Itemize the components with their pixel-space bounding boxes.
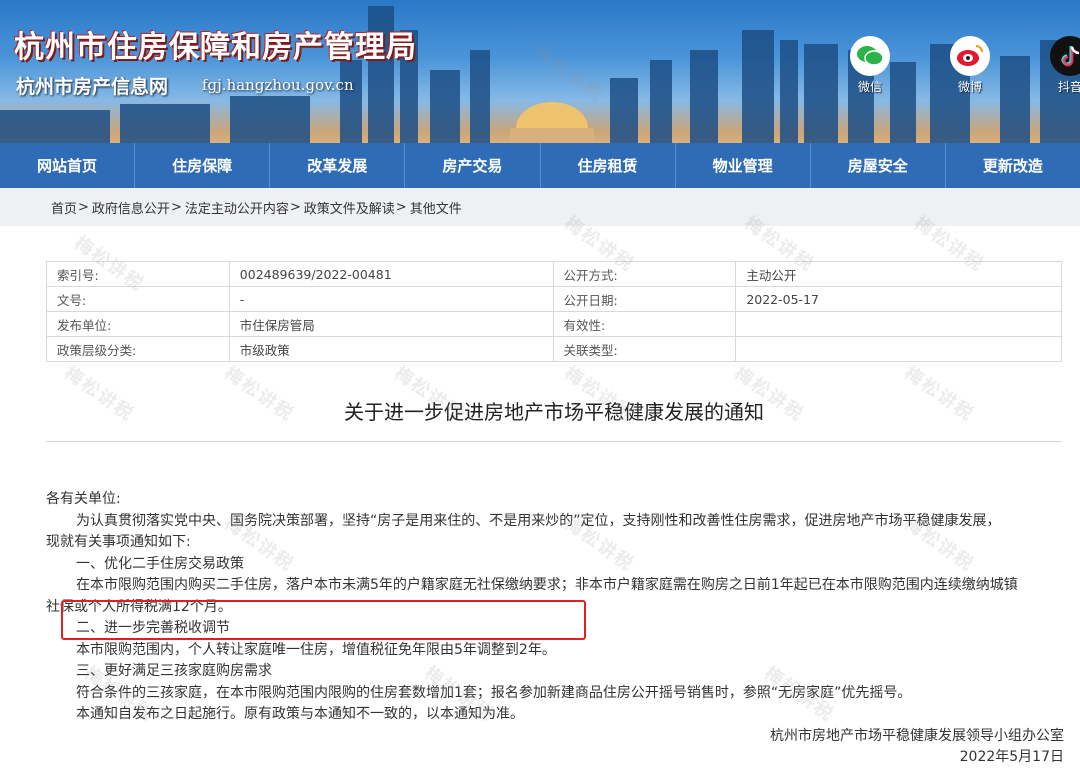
breadcrumb-separator: > <box>78 199 89 215</box>
closing-paragraph: 本通知自发布之日起施行。原有政策与本通知不一致的，以本通知为准。 <box>76 706 524 722</box>
breadcrumb-link[interactable]: 首页 <box>51 198 77 217</box>
relation-type-label: 关联类型: <box>552 336 737 362</box>
breadcrumb-link[interactable]: 政策文件及解读 <box>304 198 395 217</box>
nav-item-home[interactable]: 网站首页 <box>0 143 136 188</box>
nav-item-reform[interactable]: 改革发展 <box>270 143 406 188</box>
social-label: 抖音 <box>1057 80 1080 94</box>
table-row: 文号: - 公开日期: 2022-05-17 <box>46 286 1062 312</box>
validity-value <box>735 311 1062 337</box>
intro-paragraph: 为认真贯彻落实党中央、国务院决策部署，坚持“房子是用来住的、不是用来炒的”定位，… <box>76 512 1001 529</box>
index-value: 002489639/2022-00481 <box>228 261 554 287</box>
highlight-box <box>61 600 586 640</box>
publisher-value: 市住保房管局 <box>228 311 554 337</box>
nav-item-housing-security[interactable]: 住房保障 <box>135 143 271 188</box>
site-url[interactable]: fgj.hangzhou.gov.cn <box>202 76 354 94</box>
section-3-title: 三、更好满足三孩家庭购房需求 <box>76 663 272 679</box>
document-info-table: 索引号: 002489639/2022-00481 公开方式: 主动公开 文号:… <box>46 261 1062 362</box>
social-douyin[interactable]: 抖音 <box>1046 36 1080 95</box>
breadcrumb-separator: > <box>289 199 301 215</box>
site-title: 杭州市住房保障和房产管理局 <box>14 30 417 65</box>
nav-item-real-estate-trading[interactable]: 房产交易 <box>405 143 541 188</box>
section-3-body: 符合条件的三孩家庭，在本市限购范围内限购的住房套数增加1套；报名参加新建商品住房… <box>76 684 912 701</box>
breadcrumb: 首页 > 政府信息公开 > 法定主动公开内容 > 政策文件及解读 > 其他文件 <box>0 188 1080 226</box>
table-row: 发布单位: 市住保房管局 有效性: <box>46 311 1062 337</box>
breadcrumb-link[interactable]: 其他文件 <box>410 198 462 217</box>
weibo-icon <box>950 36 990 76</box>
doc-number-label: 文号: <box>46 286 230 312</box>
table-row: 政策层级分类: 市级政策 关联类型: <box>46 336 1062 362</box>
breadcrumb-link[interactable]: 法定主动公开内容 <box>185 198 289 217</box>
title-divider <box>46 441 1062 442</box>
site-banner: 杭州市住房保障和房产管理局 杭州市房产信息网 fgj.hangzhou.gov.… <box>0 0 1080 143</box>
relation-type-value <box>735 336 1062 362</box>
open-mode-value: 主动公开 <box>735 261 1062 287</box>
table-row: 索引号: 002489639/2022-00481 公开方式: 主动公开 <box>46 261 1062 287</box>
nav-item-property-management[interactable]: 物业管理 <box>676 143 811 188</box>
open-date-label: 公开日期: <box>552 286 737 312</box>
greeting: 各有关单位: <box>46 491 121 507</box>
social-label: 微博 <box>957 80 982 94</box>
section-2-body: 本市限购范围内，个人转让家庭唯一住房，增值税征免年限由5年调整到2年。 <box>76 641 556 658</box>
publisher-label: 发布单位: <box>46 311 230 337</box>
validity-label: 有效性: <box>552 311 737 337</box>
site-subtitle: 杭州市房产信息网 <box>16 76 169 98</box>
policy-level-label: 政策层级分类: <box>46 336 230 362</box>
wechat-icon <box>850 36 890 76</box>
social-wechat[interactable]: 微信 <box>846 36 894 95</box>
social-weibo[interactable]: 微博 <box>946 36 994 95</box>
open-date-value: 2022-05-17 <box>735 286 1062 312</box>
open-mode-label: 公开方式: <box>552 261 737 287</box>
policy-level-value: 市级政策 <box>228 336 554 362</box>
breadcrumb-separator: > <box>170 199 182 215</box>
nav-item-rental[interactable]: 住房租赁 <box>541 143 676 188</box>
breadcrumb-separator: > <box>395 199 407 215</box>
index-label: 索引号: <box>46 261 230 287</box>
section-1-body: 在本市限购范围内购买二手住房，落户本市未满5年的户籍家庭无社保缴纳要求；非本市户… <box>76 577 1018 593</box>
signature: 杭州市房地产市场平稳健康发展领导小组办公室 <box>770 727 1064 744</box>
document-date: 2022年5月17日 <box>959 749 1064 765</box>
intro-continuation: 现就有关事项通知如下: <box>46 534 191 550</box>
main-nav: 网站首页 住房保障 改革发展 房产交易 住房租赁 物业管理 房屋安全 更新改造 <box>0 143 1080 188</box>
social-label: 微信 <box>857 80 882 94</box>
document-title: 关于进一步促进房地产市场平稳健康发展的通知 <box>344 400 764 424</box>
doc-number-value: - <box>228 286 554 312</box>
breadcrumb-link[interactable]: 政府信息公开 <box>92 198 170 217</box>
nav-item-housing-safety[interactable]: 房屋安全 <box>811 143 946 188</box>
nav-item-renewal[interactable]: 更新改造 <box>946 143 1080 188</box>
douyin-icon <box>1050 36 1080 76</box>
section-1-title: 一、优化二手住房交易政策 <box>76 555 244 572</box>
